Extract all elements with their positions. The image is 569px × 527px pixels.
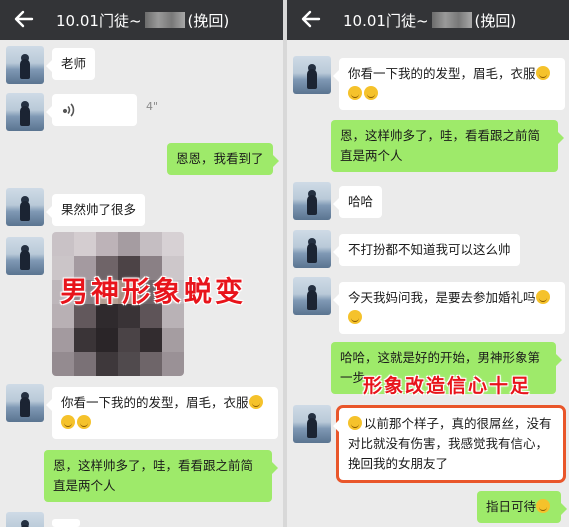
smirk-emoji-icon xyxy=(536,499,551,513)
message-bubble-outgoing[interactable]: 恩恩，我看到了 xyxy=(167,143,279,175)
message-bubble-incoming[interactable]: 不打扮都不知道我可以这么帅 xyxy=(333,234,520,266)
message-bubble-incoming[interactable]: 老师 xyxy=(45,48,96,80)
smirk-emoji-icon xyxy=(248,395,263,409)
message-bubble-incoming-cut xyxy=(52,519,80,527)
chat-header: 10.01门徒~ (挽回) xyxy=(287,0,569,40)
message-bubble-incoming[interactable]: 果然帅了很多 xyxy=(45,194,146,226)
overlay-caption: 男神形象蜕变 xyxy=(60,275,247,308)
message-bubble-incoming[interactable]: 今天我妈问我，是要去参加婚礼吗 xyxy=(333,282,565,334)
message-bubble-outgoing[interactable]: 指日可待 xyxy=(477,491,568,523)
avatar[interactable] xyxy=(6,237,44,275)
avatar[interactable] xyxy=(6,512,44,527)
smirk-emoji-icon xyxy=(61,415,75,429)
blurred-name xyxy=(431,12,472,28)
arrow-left-icon[interactable] xyxy=(297,5,325,33)
voice-message-bubble[interactable] xyxy=(46,94,137,126)
chat-panel-left: 10.01门徒~ (挽回) 老师 4" 恩恩，我看到了 果然帅了很多 男神形象蜕变… xyxy=(0,0,283,527)
voice-wave-icon xyxy=(62,103,75,117)
avatar[interactable] xyxy=(6,93,44,131)
avatar[interactable] xyxy=(293,230,331,268)
message-bubble-incoming[interactable]: 哈哈 xyxy=(332,186,383,218)
smirk-emoji-icon xyxy=(348,310,362,324)
avatar[interactable] xyxy=(6,188,44,226)
avatar[interactable] xyxy=(293,56,331,94)
smirk-emoji-icon xyxy=(77,415,91,429)
blurred-name xyxy=(144,12,185,28)
avatar[interactable] xyxy=(293,182,331,220)
avatar[interactable] xyxy=(6,384,44,422)
chat-panel-right: 10.01门徒~ (挽回) 你看一下我的的发型，眉毛，衣服 恩，这样帅多了，哇，看… xyxy=(287,0,569,527)
smirk-emoji-icon xyxy=(535,66,550,80)
smirk-emoji-icon xyxy=(535,290,550,304)
avatar[interactable] xyxy=(6,46,44,84)
voice-duration: 4" xyxy=(146,100,159,113)
message-bubble-incoming[interactable]: 你看一下我的的发型，眉毛，衣服 xyxy=(333,58,565,110)
arrow-left-icon[interactable] xyxy=(10,5,38,33)
smirk-emoji-icon xyxy=(348,416,362,430)
smirk-emoji-icon xyxy=(348,86,362,100)
avatar[interactable] xyxy=(293,405,331,443)
avatar[interactable] xyxy=(293,277,331,315)
message-bubble-outgoing[interactable]: 恩，这样帅多了，哇，看看跟之前简直是两个人 xyxy=(44,450,278,502)
chat-header: 10.01门徒~ (挽回) xyxy=(0,0,283,40)
overlay-caption: 形象改造信心十足 xyxy=(363,375,532,397)
chat-title: 10.01门徒~ (挽回) xyxy=(56,12,230,30)
smirk-emoji-icon xyxy=(364,86,378,100)
chat-title: 10.01门徒~ (挽回) xyxy=(343,12,517,30)
message-bubble-incoming[interactable]: 你看一下我的的发型，眉毛，衣服 xyxy=(46,387,278,439)
message-bubble-outgoing[interactable]: 恩，这样帅多了，哇，看看跟之前简直是两个人 xyxy=(331,120,564,172)
message-bubble-incoming-highlighted[interactable]: 以前那个样子，真的很屌丝，没有对比就没有伤害，我感觉我有信心，挽回我的女朋友了 xyxy=(333,405,566,483)
